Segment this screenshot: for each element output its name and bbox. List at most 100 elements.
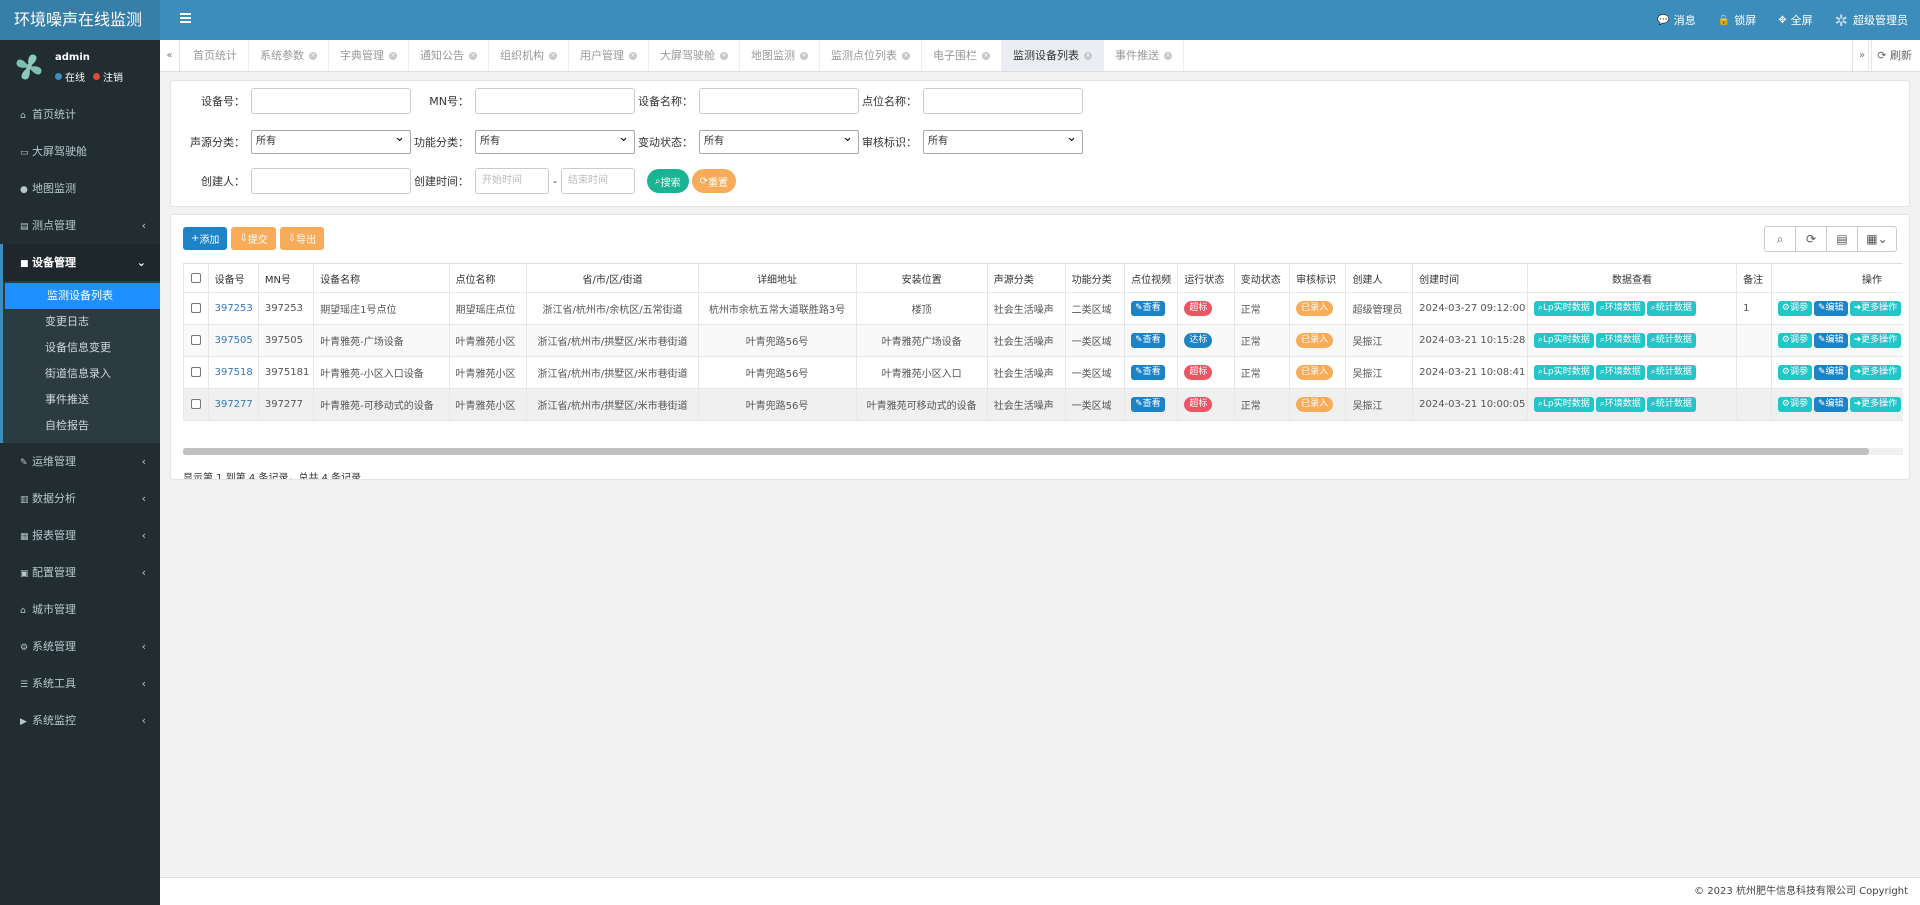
more-actions-button[interactable]: ➜更多操作 — [1849, 397, 1902, 412]
col-function[interactable]: 功能分类 — [1064, 263, 1126, 293]
sidebar-subitem-event-push[interactable]: 事件推送 — [3, 387, 160, 413]
col-audit[interactable]: 审核标识 — [1289, 263, 1347, 293]
sidebar-item-cockpit[interactable]: ▭ 大屏驾驶舱 — [0, 133, 160, 170]
sidebar-item-map[interactable]: ● 地图监测 — [0, 170, 160, 207]
fullscreen-link[interactable]: ✥ 全屏 — [1778, 12, 1812, 28]
tab-org[interactable]: 组织机构 × — [489, 40, 569, 71]
close-icon[interactable]: × — [1084, 51, 1092, 60]
col-mn[interactable]: MN号 — [257, 263, 315, 293]
close-icon[interactable]: × — [800, 51, 808, 60]
more-actions-button[interactable]: ➜更多操作 — [1849, 333, 1902, 348]
view-video-button[interactable]: ✎查看 — [1131, 333, 1165, 348]
tab-fence[interactable]: 电子围栏 × — [922, 40, 1002, 71]
view-video-button[interactable]: ✎查看 — [1131, 301, 1165, 316]
col-remark[interactable]: 备注 — [1736, 263, 1772, 293]
view-video-button[interactable]: ✎查看 — [1131, 397, 1165, 412]
close-icon[interactable]: × — [469, 51, 477, 60]
sidebar-subitem-change-log[interactable]: 变更日志 — [3, 309, 160, 335]
logout-link[interactable]: 注销 — [103, 69, 123, 84]
env-data-button[interactable]: ⌕环境数据 — [1595, 301, 1645, 316]
col-run-status[interactable]: 运行状态 — [1177, 263, 1235, 293]
col-creator[interactable]: 创建人 — [1345, 263, 1414, 293]
add-button[interactable]: + 添加 — [183, 227, 228, 250]
col-actions[interactable]: 操作 — [1770, 263, 1903, 293]
mn-input[interactable] — [475, 88, 635, 114]
edit-button[interactable]: ✎编辑 — [1814, 333, 1848, 348]
close-icon[interactable]: × — [389, 51, 397, 60]
stats-data-button[interactable]: ⌕统计数据 — [1646, 333, 1696, 348]
tab-device-list[interactable]: 监测设备列表 × — [1002, 40, 1104, 71]
close-icon[interactable]: × — [549, 51, 557, 60]
col-data-view[interactable]: 数据查看 — [1526, 263, 1738, 293]
point-name-input[interactable] — [923, 88, 1083, 114]
close-icon[interactable]: × — [982, 51, 990, 60]
edit-button[interactable]: ✎编辑 — [1814, 301, 1848, 316]
col-install[interactable]: 安装位置 — [855, 263, 988, 293]
lp-realtime-button[interactable]: ⌕Lp实时数据 — [1533, 333, 1594, 348]
device-no-link[interactable]: 397518 — [207, 356, 259, 389]
col-point-name[interactable]: 点位名称 — [448, 263, 528, 293]
edit-button[interactable]: ✎编辑 — [1814, 397, 1848, 412]
reset-button[interactable]: ⟳ 重置 — [691, 169, 736, 193]
sidebar-item-city[interactable]: ⌂ 城市管理 — [0, 591, 160, 628]
adjust-params-button[interactable]: ⚙调参 — [1777, 397, 1812, 412]
sidebar-item-tools[interactable]: ☰ 系统工具 ‹ — [0, 665, 160, 702]
end-time-input[interactable]: 结束时间 — [560, 168, 635, 194]
tab-sys-params[interactable]: 系统参数 × — [249, 40, 329, 71]
tab-map[interactable]: 地图监测 × — [740, 40, 820, 71]
export-button[interactable]: ⇩ 导出 — [279, 227, 325, 250]
row-checkbox[interactable] — [183, 388, 209, 421]
col-change-status[interactable]: 变动状态 — [1233, 263, 1291, 293]
adjust-params-button[interactable]: ⚙调参 — [1777, 301, 1812, 316]
lock-screen-link[interactable]: 🔒 锁屏 — [1718, 12, 1756, 28]
col-video[interactable]: 点位视频 — [1124, 263, 1179, 293]
sidebar-subitem-self-check[interactable]: 自检报告 — [3, 413, 160, 439]
col-region[interactable]: 省/市/区/街道 — [526, 263, 699, 293]
search-button[interactable]: ⌕ 搜索 — [646, 169, 689, 193]
sidebar-item-analysis[interactable]: ▥ 数据分析 ‹ — [0, 480, 160, 517]
tab-home[interactable]: 首页统计 — [182, 40, 249, 71]
row-checkbox[interactable] — [183, 292, 209, 325]
col-source[interactable]: 声源分类 — [986, 263, 1066, 293]
sidebar-subitem-device-change[interactable]: 设备信息变更 — [3, 335, 160, 361]
device-name-input[interactable] — [699, 88, 859, 114]
sidebar-subitem-street-entry[interactable]: 街道信息录入 — [3, 361, 160, 387]
tabs-scroll-left-icon[interactable]: « — [160, 40, 180, 71]
sidebar-subitem-device-list[interactable]: 监测设备列表 — [5, 283, 160, 309]
submit-button[interactable]: ⇩ 提交 — [231, 227, 276, 250]
adjust-params-button[interactable]: ⚙调参 — [1777, 333, 1812, 348]
tab-event-push[interactable]: 事件推送 × — [1104, 40, 1184, 71]
sidebar-item-config[interactable]: ▣ 配置管理 ‹ — [0, 554, 160, 591]
close-icon[interactable]: × — [629, 51, 637, 60]
row-checkbox[interactable] — [183, 324, 209, 357]
user-menu[interactable]: ✲ 超级管理员 — [1835, 11, 1908, 30]
sidebar-item-reports[interactable]: ▦ 报表管理 ‹ — [0, 517, 160, 554]
col-device-no[interactable]: 设备号 — [207, 263, 259, 293]
sidebar-toggle-icon[interactable] — [180, 13, 191, 23]
col-address[interactable]: 详细地址 — [697, 263, 857, 293]
sidebar-item-points[interactable]: ▤ 测点管理 ‹ — [0, 207, 160, 244]
col-device-name[interactable]: 设备名称 — [313, 263, 450, 293]
lp-realtime-button[interactable]: ⌕Lp实时数据 — [1533, 365, 1594, 380]
device-no-link[interactable]: 397253 — [207, 292, 259, 325]
audit-select[interactable]: 所有 — [923, 127, 1083, 154]
tab-point-list[interactable]: 监测点位列表 × — [820, 40, 922, 71]
device-no-link[interactable]: 397505 — [207, 324, 259, 357]
col-create-time[interactable]: 创建时间 — [1412, 263, 1528, 293]
close-icon[interactable]: × — [720, 51, 728, 60]
card-view-icon[interactable]: ▤ — [1826, 226, 1858, 252]
tab-cockpit[interactable]: 大屏驾驶舱 × — [649, 40, 740, 71]
device-no-input[interactable] — [251, 88, 411, 114]
lp-realtime-button[interactable]: ⌕Lp实时数据 — [1533, 397, 1594, 412]
close-icon[interactable]: × — [309, 51, 317, 60]
start-time-input[interactable]: 开始时间 — [475, 168, 549, 194]
select-all-checkbox[interactable] — [183, 263, 209, 293]
env-data-button[interactable]: ⌕环境数据 — [1595, 333, 1645, 348]
adjust-params-button[interactable]: ⚙调参 — [1777, 365, 1812, 380]
env-data-button[interactable]: ⌕环境数据 — [1595, 397, 1645, 412]
env-data-button[interactable]: ⌕环境数据 — [1595, 365, 1645, 380]
scrollbar-thumb[interactable] — [183, 448, 1869, 455]
search-toggle-icon[interactable]: ⌕ — [1764, 226, 1796, 252]
sidebar-item-monitor[interactable]: ▶ 系统监控 ‹ — [0, 702, 160, 739]
tab-dict[interactable]: 字典管理 × — [329, 40, 409, 71]
